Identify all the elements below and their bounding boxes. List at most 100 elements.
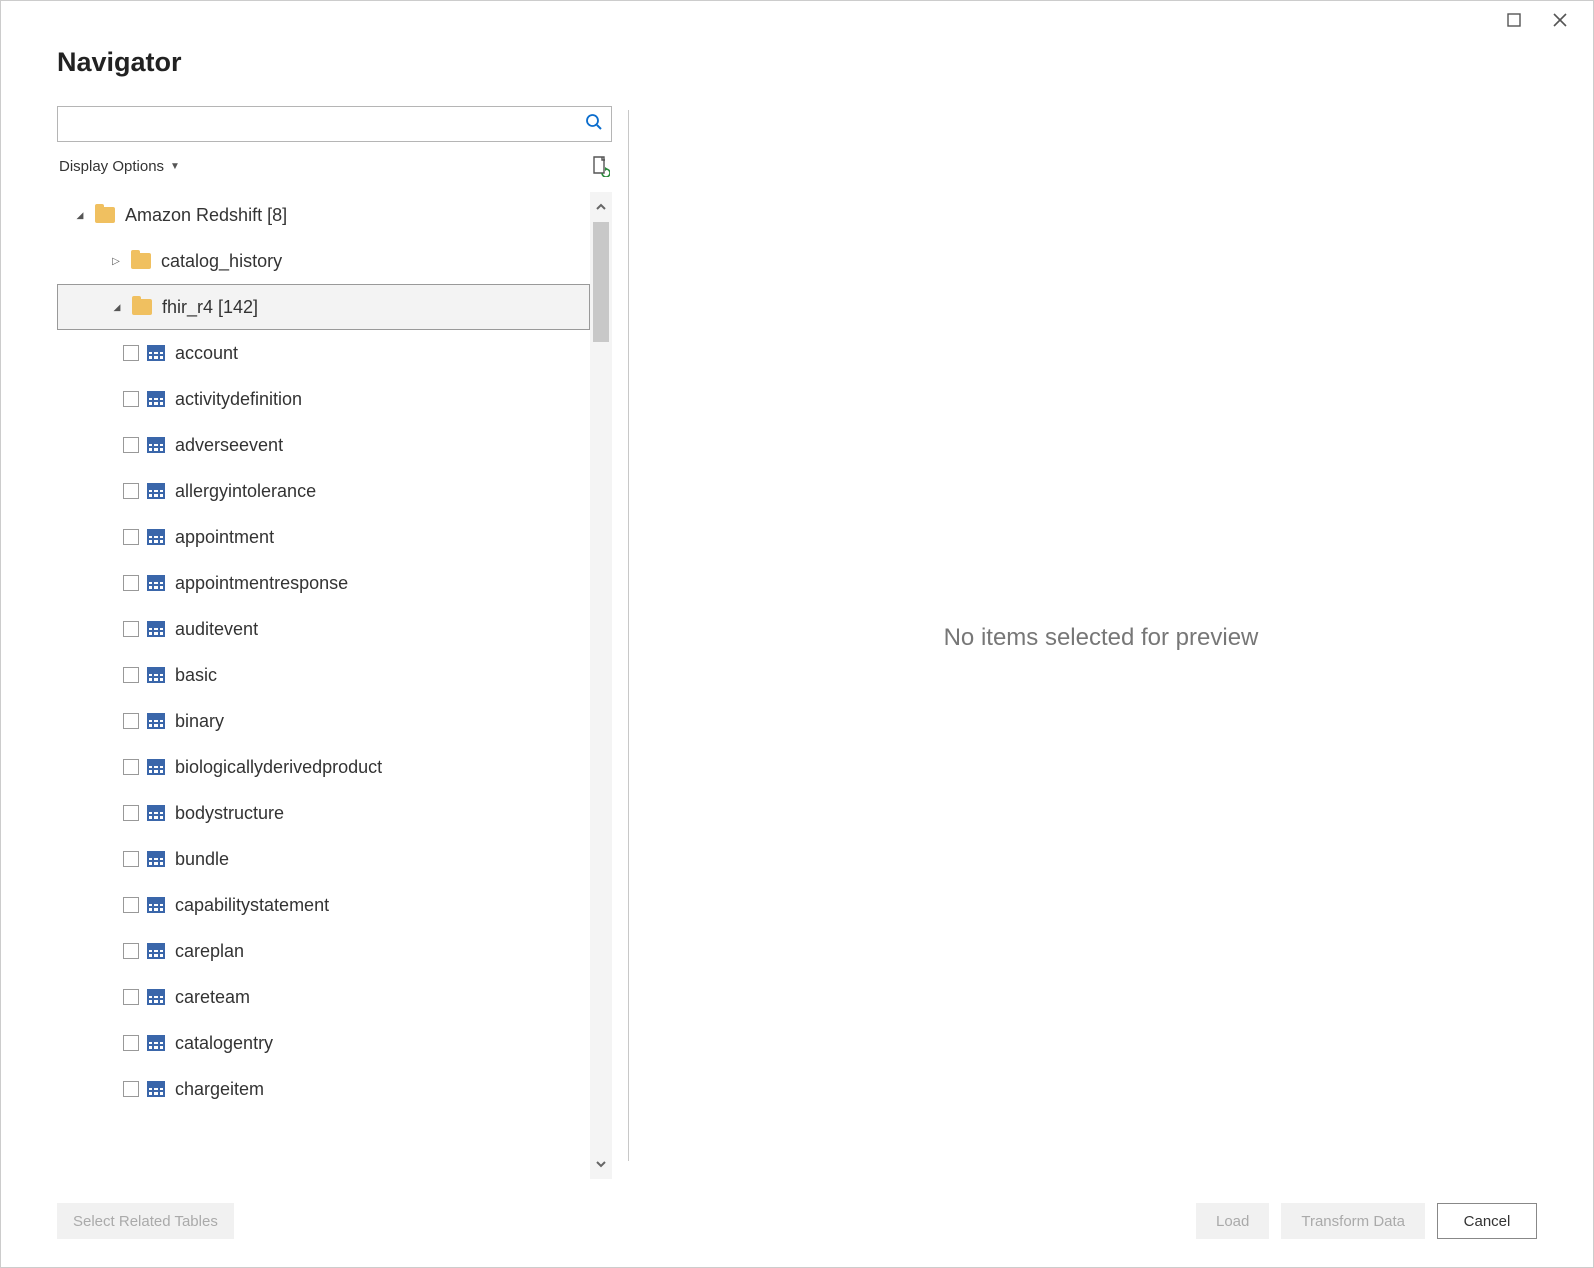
table-icon [147, 1081, 165, 1097]
folder-icon [131, 253, 151, 269]
tree-label: binary [175, 711, 224, 732]
table-checkbox[interactable] [123, 713, 139, 729]
expand-icon[interactable]: ▷ [109, 256, 123, 267]
tree-table[interactable]: bundle [57, 836, 590, 882]
table-checkbox[interactable] [123, 943, 139, 959]
search-input[interactable] [66, 107, 585, 141]
table-icon [147, 851, 165, 867]
tree-label: fhir_r4 [142] [162, 297, 258, 318]
search-icon[interactable] [585, 113, 603, 136]
options-row: Display Options ▼ [57, 142, 612, 186]
scrollbar[interactable] [590, 192, 612, 1179]
tree-schema[interactable]: ◢ fhir_r4 [142] [57, 284, 590, 330]
dialog-body: Display Options ▼ ◢Amazon Redshift [8]▷c… [1, 96, 1593, 1179]
table-checkbox[interactable] [123, 437, 139, 453]
table-checkbox[interactable] [123, 621, 139, 637]
tree-table[interactable]: basic [57, 652, 590, 698]
tree-container: ◢Amazon Redshift [8]▷catalog_history ◢ fhi… [57, 186, 612, 1179]
table-checkbox[interactable] [123, 575, 139, 591]
table-icon [147, 759, 165, 775]
tree-table[interactable]: biologicallyderivedproduct [57, 744, 590, 790]
tree-label: careteam [175, 987, 250, 1008]
scroll-track[interactable] [590, 222, 612, 1149]
tree-label: adverseevent [175, 435, 283, 456]
table-checkbox[interactable] [123, 529, 139, 545]
table-checkbox[interactable] [123, 897, 139, 913]
chevron-down-icon: ▼ [170, 161, 180, 172]
tree-label: bundle [175, 849, 229, 870]
refresh-button[interactable] [590, 155, 610, 177]
tree-label: careplan [175, 941, 244, 962]
table-icon [147, 805, 165, 821]
tree-label: activitydefinition [175, 389, 302, 410]
tree-label: appointmentresponse [175, 573, 348, 594]
tree-table[interactable]: binary [57, 698, 590, 744]
tree-table[interactable]: capabilitystatement [57, 882, 590, 928]
tree-label: biologicallyderivedproduct [175, 757, 382, 778]
tree-label: catalogentry [175, 1033, 273, 1054]
scroll-down-icon[interactable] [590, 1149, 612, 1179]
table-icon [147, 437, 165, 453]
refresh-icon [590, 155, 610, 177]
collapse-icon[interactable]: ◢ [110, 302, 124, 313]
scroll-thumb[interactable] [593, 222, 609, 342]
titlebar [1, 1, 1593, 39]
tree-label: bodystructure [175, 803, 284, 824]
table-icon [147, 391, 165, 407]
cancel-button[interactable]: Cancel [1437, 1203, 1537, 1239]
tree-table[interactable]: appointmentresponse [57, 560, 590, 606]
tree-table[interactable]: bodystructure [57, 790, 590, 836]
table-icon [147, 483, 165, 499]
tree-table[interactable]: careteam [57, 974, 590, 1020]
table-icon [147, 529, 165, 545]
tree-table[interactable]: appointment [57, 514, 590, 560]
tree-schema[interactable]: ▷catalog_history [57, 238, 590, 284]
table-checkbox[interactable] [123, 989, 139, 1005]
tree-label: basic [175, 665, 217, 686]
preview-pane: No items selected for preview [665, 96, 1537, 1179]
table-icon [147, 1035, 165, 1051]
maximize-icon [1507, 13, 1521, 27]
table-icon [147, 943, 165, 959]
tree-table[interactable]: allergyintolerance [57, 468, 590, 514]
table-checkbox[interactable] [123, 759, 139, 775]
maximize-button[interactable] [1491, 5, 1537, 35]
dialog-header: Navigator [1, 39, 1593, 96]
tree-table[interactable]: auditevent [57, 606, 590, 652]
table-checkbox[interactable] [123, 1035, 139, 1051]
tree-label: appointment [175, 527, 274, 548]
preview-empty-message: No items selected for preview [944, 624, 1259, 652]
close-icon [1553, 13, 1567, 27]
table-checkbox[interactable] [123, 805, 139, 821]
table-checkbox[interactable] [123, 345, 139, 361]
scroll-up-icon[interactable] [590, 192, 612, 222]
close-button[interactable] [1537, 5, 1583, 35]
tree-label: auditevent [175, 619, 258, 640]
search-wrap [57, 106, 612, 142]
table-icon [147, 713, 165, 729]
table-checkbox[interactable] [123, 667, 139, 683]
tree-table[interactable]: activitydefinition [57, 376, 590, 422]
transform-data-button[interactable]: Transform Data [1281, 1203, 1425, 1239]
page-title: Navigator [57, 47, 1537, 78]
table-checkbox[interactable] [123, 851, 139, 867]
table-checkbox[interactable] [123, 1081, 139, 1097]
tree-table[interactable]: adverseevent [57, 422, 590, 468]
footer: Select Related Tables Load Transform Dat… [1, 1179, 1593, 1267]
table-icon [147, 667, 165, 683]
tree-table[interactable]: catalogentry [57, 1020, 590, 1066]
tree-table[interactable]: account [57, 330, 590, 376]
tree-label: capabilitystatement [175, 895, 329, 916]
table-icon [147, 345, 165, 361]
collapse-icon[interactable]: ◢ [73, 210, 87, 221]
display-options-dropdown[interactable]: Display Options ▼ [59, 158, 180, 175]
table-icon [147, 621, 165, 637]
tree-database[interactable]: ◢Amazon Redshift [8] [57, 192, 590, 238]
load-button[interactable]: Load [1196, 1203, 1269, 1239]
table-checkbox[interactable] [123, 483, 139, 499]
tree-table[interactable]: careplan [57, 928, 590, 974]
select-related-tables-button[interactable]: Select Related Tables [57, 1203, 234, 1239]
table-checkbox[interactable] [123, 391, 139, 407]
tree-table[interactable]: chargeitem [57, 1066, 590, 1112]
table-icon [147, 897, 165, 913]
